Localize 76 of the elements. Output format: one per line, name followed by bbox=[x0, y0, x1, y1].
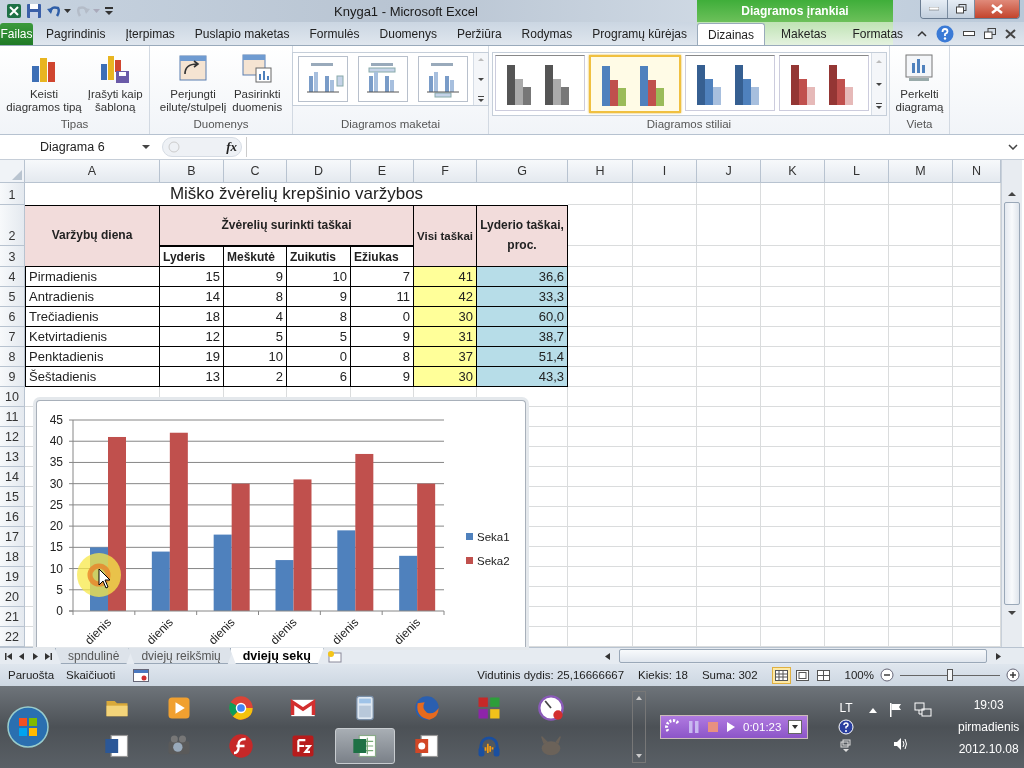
table-cell: 5 bbox=[287, 327, 351, 347]
table-cell: 43,3 bbox=[477, 367, 568, 387]
status-text: Paruošta bbox=[8, 669, 55, 681]
table-title: Miško žvėrelių krepšinio varžybos bbox=[25, 183, 568, 205]
group-label: Tipas bbox=[59, 118, 90, 132]
table-cell: 6 bbox=[287, 367, 351, 387]
table-cell: 15 bbox=[160, 267, 224, 287]
table-cell: Pirmadienis bbox=[25, 267, 160, 287]
column-heading: Visi taškai bbox=[414, 205, 477, 267]
column-heading: Meškutė bbox=[224, 246, 287, 267]
table-cell: 0 bbox=[351, 307, 414, 327]
table-cell: 0 bbox=[287, 347, 351, 367]
axis-tick-label: 15 bbox=[49, 540, 63, 555]
table-cell: 8 bbox=[287, 307, 351, 327]
table-cell: 7 bbox=[351, 267, 414, 287]
table-cell: 8 bbox=[351, 347, 414, 367]
column-heading: Lyderis bbox=[160, 246, 224, 267]
status-stat: Vidutinis dydis: 25,16666667 bbox=[477, 669, 625, 681]
table-cell: 41 bbox=[414, 267, 477, 287]
table-cell: 33,3 bbox=[477, 287, 568, 307]
column-heading: Ežiukas bbox=[351, 246, 414, 267]
table-cell: 9 bbox=[351, 327, 414, 347]
table-cell: 12 bbox=[160, 327, 224, 347]
table-cell: 2 bbox=[224, 367, 287, 387]
axis-tick-label: 30 bbox=[49, 476, 63, 491]
table-cell: 9 bbox=[287, 287, 351, 307]
group-label: Diagramos maketai bbox=[339, 118, 442, 132]
context-title: Diagramos įrankiai bbox=[741, 4, 849, 18]
table-cell: 31 bbox=[414, 327, 477, 347]
table-cell: 10 bbox=[287, 267, 351, 287]
table-cell: Antradienis bbox=[25, 287, 160, 307]
axis-tick-label: 10 bbox=[49, 561, 63, 576]
recording-time: 0:01:23 bbox=[743, 721, 782, 733]
table-cell: 30 bbox=[414, 367, 477, 387]
table-cell: 11 bbox=[351, 287, 414, 307]
table-cell: 10 bbox=[224, 347, 287, 367]
status-text: Skaičiuoti bbox=[66, 669, 116, 681]
table-cell: 8 bbox=[224, 287, 287, 307]
group-label: Diagramos stiliai bbox=[645, 118, 733, 132]
group-label: Vieta bbox=[905, 118, 934, 132]
axis-tick-label: 40 bbox=[49, 434, 63, 449]
column-heading: Zuikutis bbox=[287, 246, 351, 267]
group-label: Duomenys bbox=[192, 118, 250, 132]
column-heading: Lyderio taškai, proc. bbox=[477, 205, 568, 267]
table-cell: 38,7 bbox=[477, 327, 568, 347]
table-cell: 51,4 bbox=[477, 347, 568, 367]
table-cell: Penktadienis bbox=[25, 347, 160, 367]
column-heading: Varžybų diena bbox=[25, 205, 160, 267]
axis-tick-label: 20 bbox=[49, 519, 63, 534]
axis-tick-label: 35 bbox=[49, 455, 63, 470]
status-stat: Kiekis: 18 bbox=[638, 669, 688, 681]
column-heading: Žvėrelių surinkti taškai bbox=[160, 205, 414, 246]
table-cell: 37 bbox=[414, 347, 477, 367]
axis-tick-label: 5 bbox=[56, 582, 63, 597]
legend-label: Seka1 bbox=[477, 531, 510, 543]
table-cell: 36,6 bbox=[477, 267, 568, 287]
table-cell: 4 bbox=[224, 307, 287, 327]
axis-tick-label: 0 bbox=[56, 604, 63, 618]
axis-tick-label: 25 bbox=[49, 497, 63, 512]
table-cell: 60,0 bbox=[477, 307, 568, 327]
axis-tick-label: 45 bbox=[49, 413, 63, 427]
status-stat: Suma: 302 bbox=[701, 669, 758, 681]
table-cell: 13 bbox=[160, 367, 224, 387]
table-cell: Ketvirtadienis bbox=[25, 327, 160, 347]
table-cell: 9 bbox=[351, 367, 414, 387]
window-title: Knyga1 - Microsoft Excel bbox=[334, 3, 478, 19]
table-cell: 9 bbox=[224, 267, 287, 287]
table-cell: 14 bbox=[160, 287, 224, 307]
legend-label: Seka2 bbox=[477, 555, 510, 567]
table-cell: 19 bbox=[160, 347, 224, 367]
table-cell: 18 bbox=[160, 307, 224, 327]
table-cell: 42 bbox=[414, 287, 477, 307]
table-cell: 30 bbox=[414, 307, 477, 327]
table-cell: Šeštadienis bbox=[25, 367, 160, 387]
table-cell: 5 bbox=[224, 327, 287, 347]
table-cell: Trečiadienis bbox=[25, 307, 160, 327]
